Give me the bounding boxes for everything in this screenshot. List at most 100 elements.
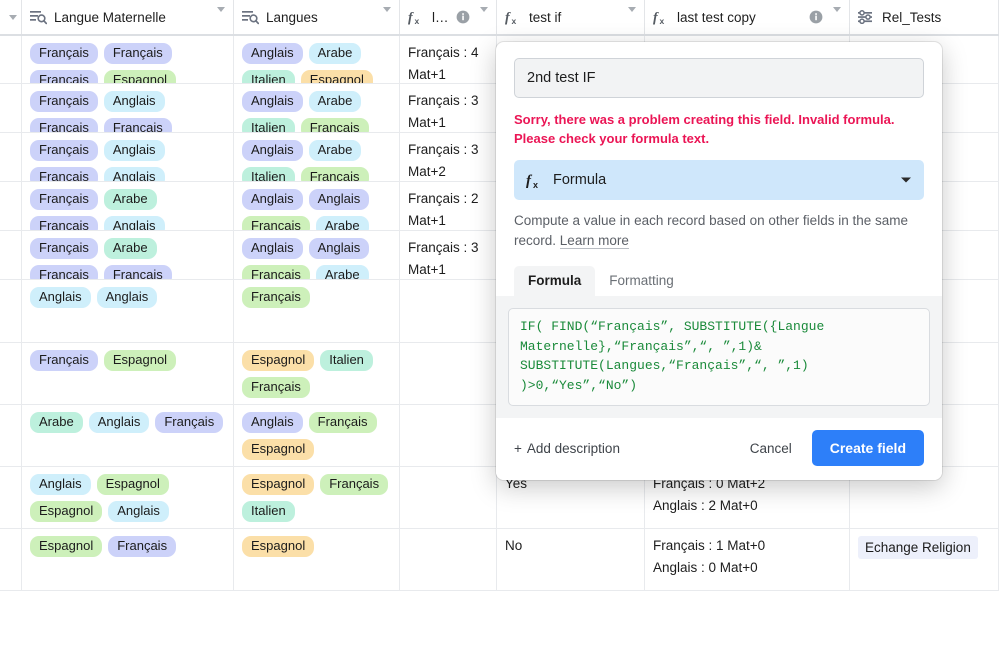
tag-chip: Espagnol — [242, 350, 314, 371]
cell-langues[interactable]: AnglaisArabeItalienFrançais — [234, 84, 400, 132]
row-gutter[interactable] — [0, 84, 22, 132]
tag-list: AnglaisAnglaisFrançaisArabe — [242, 189, 391, 230]
cell-langue_maternelle[interactable]: AnglaisEspagnolEspagnolAnglais — [22, 467, 234, 528]
cell-last[interactable] — [400, 467, 497, 528]
cell-test_if[interactable]: No — [497, 529, 645, 590]
linked-record-chip[interactable]: Echange Religion — [858, 536, 978, 559]
tag-list: Français — [242, 287, 391, 308]
cancel-button[interactable]: Cancel — [736, 433, 806, 464]
cell-last[interactable]: Français : 4Mat+1 — [400, 36, 497, 83]
cell-langues[interactable]: AnglaisArabeItalienEspagnol — [234, 36, 400, 83]
cell-last[interactable] — [400, 405, 497, 466]
tag-chip: Arabe — [309, 43, 362, 64]
row-gutter[interactable] — [0, 133, 22, 181]
cell-langue_maternelle[interactable]: FrançaisAnglaisFrançaisAnglais — [22, 133, 234, 181]
info-icon[interactable] — [809, 10, 823, 24]
tag-chip: Français — [30, 265, 98, 279]
cell-langue_maternelle[interactable]: FrançaisArabeFrançaisAnglais — [22, 182, 234, 230]
cell-langues[interactable]: AnglaisAnglaisFrançaisArabe — [234, 182, 400, 230]
tag-chip: Français — [30, 43, 98, 64]
tag-chip: Anglais — [309, 238, 370, 259]
chevron-down-icon[interactable] — [480, 13, 488, 22]
tag-chip: Espagnol — [97, 474, 169, 495]
column-header-last-test-copy[interactable]: fxlast test copy — [645, 0, 850, 34]
tag-chip: Espagnol — [242, 439, 314, 460]
cell-langue_maternelle[interactable]: ArabeAnglaisFrançais — [22, 405, 234, 466]
cell-langues[interactable]: AnglaisArabeItalienFrançais — [234, 133, 400, 181]
formula-editor[interactable]: IF( FIND(“Français”, SUBSTITUTE({Langue … — [508, 308, 930, 406]
tab-formatting[interactable]: Formatting — [595, 266, 688, 296]
tag-list: Espagnol — [242, 536, 391, 557]
tag-list: FrançaisArabeFrançaisAnglais — [30, 189, 225, 230]
tag-chip: Français — [30, 350, 98, 371]
column-header-rel-tests[interactable]: Rel_Tests — [850, 0, 999, 34]
row-gutter[interactable] — [0, 231, 22, 279]
row-gutter[interactable] — [0, 467, 22, 528]
row-gutter[interactable] — [0, 36, 22, 83]
cell-last[interactable] — [400, 343, 497, 404]
chevron-down-icon[interactable] — [833, 13, 841, 22]
cell-last[interactable]: Français : 3Mat+2 — [400, 133, 497, 181]
field-name-input[interactable]: 2nd test IF — [514, 58, 924, 98]
tag-chip: Français — [104, 43, 172, 64]
dialog-tabs: Formula Formatting — [514, 266, 924, 296]
create-field-button[interactable]: Create field — [812, 430, 924, 466]
column-header-test-if[interactable]: fxtest if — [497, 0, 645, 34]
cell-text-line: Français : 3 — [408, 140, 488, 160]
cell-last_test_copy[interactable]: Français : 1 Mat+0Anglais : 0 Mat+0 — [645, 529, 850, 590]
cell-langue_maternelle[interactable]: FrançaisAnglaisFrançaisFrançais — [22, 84, 234, 132]
cell-last[interactable] — [400, 529, 497, 590]
column-header-label: Langues — [266, 10, 379, 25]
tag-chip: Anglais — [30, 474, 91, 495]
learn-more-link[interactable]: Learn more — [560, 233, 629, 249]
tag-chip: Anglais — [242, 91, 303, 112]
tag-chip: Espagnol — [301, 70, 373, 83]
cell-langue_maternelle[interactable]: AnglaisAnglais — [22, 280, 234, 342]
cell-langues[interactable]: AnglaisFrançaisEspagnol — [234, 405, 400, 466]
tag-chip: Français — [30, 238, 98, 259]
tag-list: EspagnolFrançais — [30, 536, 225, 557]
cell-langues[interactable]: EspagnolFrançaisItalien — [234, 467, 400, 528]
column-header-langue-maternelle[interactable]: Langue Maternelle — [22, 0, 234, 34]
cell-last[interactable]: Français : 3Mat+1 — [400, 84, 497, 132]
cell-rel_tests[interactable]: Echange Religion — [850, 529, 999, 590]
cell-langue_maternelle[interactable]: EspagnolFrançais — [22, 529, 234, 590]
column-header-langues[interactable]: Langues — [234, 0, 400, 34]
tag-chip: Arabe — [104, 189, 157, 210]
cell-last[interactable] — [400, 280, 497, 342]
tag-chip: Anglais — [104, 216, 165, 230]
cell-langue_maternelle[interactable]: FrançaisArabeFrançaisFrançais — [22, 231, 234, 279]
chevron-down-icon[interactable] — [628, 13, 636, 22]
cell-langue_maternelle[interactable]: FrançaisEspagnol — [22, 343, 234, 404]
column-header-label: Langue Maternelle — [54, 10, 213, 25]
add-description-button[interactable]: +Add description — [514, 441, 620, 456]
cell-langues[interactable]: Français — [234, 280, 400, 342]
row-gutter[interactable] — [0, 280, 22, 342]
tag-chip: Français — [104, 265, 172, 279]
tag-chip: Arabe — [309, 91, 362, 112]
row-gutter[interactable] — [0, 182, 22, 230]
column-header-last[interactable]: fxlast… — [400, 0, 497, 34]
cell-text-line: Français : 2 — [408, 189, 488, 209]
tag-chip: Italien — [320, 350, 373, 371]
chevron-down-icon[interactable] — [217, 13, 225, 22]
cell-text-line: Français : 4 — [408, 43, 488, 63]
tag-chip: Anglais — [242, 412, 303, 433]
chevron-down-icon[interactable] — [383, 13, 391, 22]
field-type-select[interactable]: f x Formula — [514, 160, 924, 200]
header-row-gutter[interactable] — [0, 0, 22, 34]
cell-last[interactable]: Français : 3Mat+1 — [400, 231, 497, 279]
cell-last[interactable]: Français : 2Mat+1 — [400, 182, 497, 230]
table-row[interactable]: EspagnolFrançais Espagnol NoFrançais : 1 M… — [0, 529, 999, 591]
tab-formula[interactable]: Formula — [514, 266, 595, 296]
cell-langue_maternelle[interactable]: FrançaisFrançaisFrançaisEspagnol — [22, 36, 234, 83]
row-gutter[interactable] — [0, 343, 22, 404]
row-gutter[interactable] — [0, 529, 22, 590]
row-gutter[interactable] — [0, 405, 22, 466]
cell-langues[interactable]: AnglaisAnglaisFrançaisArabe — [234, 231, 400, 279]
cell-langues[interactable]: EspagnolItalienFrançais — [234, 343, 400, 404]
plus-icon: + — [514, 441, 522, 456]
cell-text-line: Français : 3 — [408, 238, 488, 258]
info-icon[interactable] — [456, 10, 470, 24]
cell-langues[interactable]: Espagnol — [234, 529, 400, 590]
